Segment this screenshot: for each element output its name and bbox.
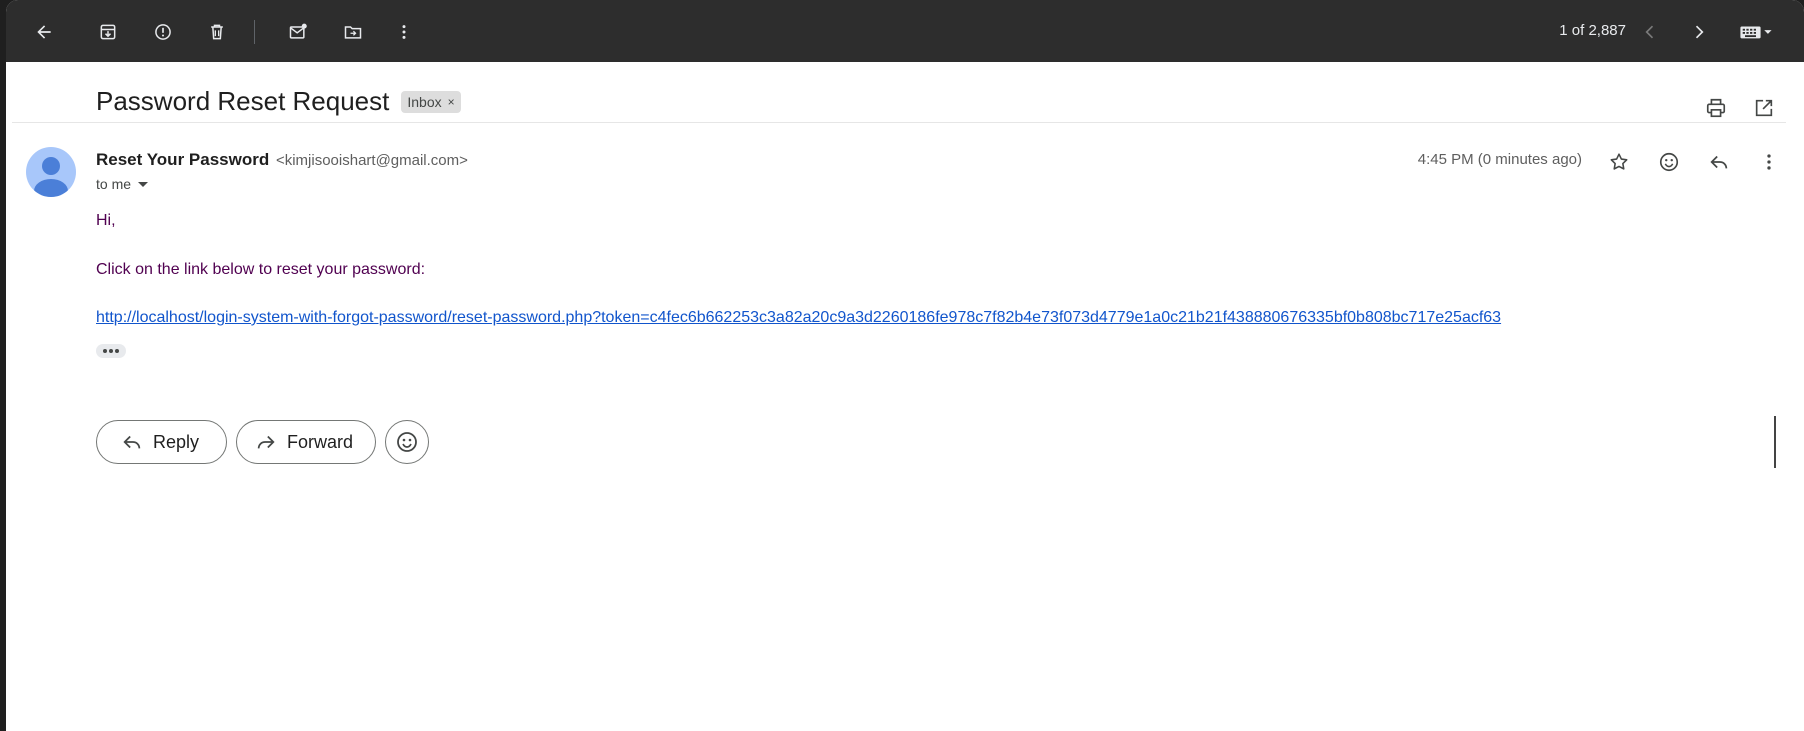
reset-password-link[interactable]: http://localhost/login-system-with-forgo… <box>96 309 1501 327</box>
keyboard-icon <box>1740 26 1772 39</box>
scrollbar-thumb[interactable] <box>1774 416 1776 468</box>
dot-icon <box>115 349 119 353</box>
star-button[interactable] <box>1599 142 1639 182</box>
star-icon <box>1610 153 1628 170</box>
pager-count: 1 of 2,887 <box>1559 22 1626 39</box>
trash-icon <box>211 24 223 40</box>
move-to-button[interactable] <box>333 12 373 52</box>
report-spam-icon <box>155 24 171 40</box>
mark-unread-icon <box>289 23 307 39</box>
forward-button-label: Forward <box>287 431 354 452</box>
recipient-details-toggle[interactable]: to me <box>96 176 149 192</box>
add-reaction-button[interactable] <box>1649 142 1689 182</box>
more-vertical-icon <box>1767 154 1771 170</box>
show-trimmed-content-button[interactable] <box>96 344 126 358</box>
label-chip-inbox[interactable]: Inbox × <box>401 90 461 113</box>
more-vertical-icon <box>402 25 406 39</box>
report-spam-button[interactable] <box>143 12 183 52</box>
person-icon <box>34 157 68 197</box>
toolbar-separator <box>254 20 255 44</box>
reply-button[interactable]: Reply <box>96 420 227 464</box>
subject-row: Password Reset Request Inbox × <box>96 86 461 117</box>
chevron-right-icon <box>1695 25 1704 39</box>
label-chip-text: Inbox <box>407 93 442 110</box>
caret-down-icon <box>138 182 149 187</box>
archive-icon <box>100 24 116 40</box>
message-more-button[interactable] <box>1749 142 1789 182</box>
delete-button[interactable] <box>197 12 237 52</box>
more-options-button[interactable] <box>384 12 424 52</box>
back-button[interactable] <box>24 12 64 52</box>
open-new-window-button[interactable] <box>1746 90 1782 126</box>
emoji-icon <box>397 432 417 452</box>
timestamp: 4:45 PM (0 minutes ago) <box>1417 151 1582 168</box>
arrow-left-icon <box>37 25 51 39</box>
print-icon <box>1706 98 1726 118</box>
dot-icon <box>109 349 113 353</box>
body-instruction: Click on the link below to reset your pa… <box>96 261 426 278</box>
sender-name[interactable]: Reset Your Password <box>96 150 269 169</box>
move-to-folder-icon <box>344 26 362 39</box>
forward-button[interactable]: Forward <box>236 420 376 464</box>
avatar[interactable] <box>26 147 76 197</box>
chevron-left-icon <box>1645 25 1654 39</box>
reply-icon <box>123 435 141 449</box>
sender-line: Reset Your Password <kimjisooishart@gmai… <box>96 150 468 170</box>
remove-label-button[interactable]: × <box>448 95 455 109</box>
reply-icon-button[interactable] <box>1699 142 1739 182</box>
reply-icon <box>1710 155 1728 169</box>
message-view: Password Reset Request Inbox × Reset You… <box>6 62 1804 731</box>
emoji-icon <box>1659 152 1679 172</box>
newer-button[interactable] <box>1630 12 1670 52</box>
archive-button[interactable] <box>88 12 128 52</box>
body-greeting: Hi, <box>96 212 116 229</box>
react-emoji-button[interactable] <box>385 420 429 464</box>
input-tools-button[interactable] <box>1726 12 1786 52</box>
gmail-window: 1 of 2,887 Password Reset Request Inbox … <box>6 0 1804 731</box>
mark-unread-button[interactable] <box>278 12 318 52</box>
sender-email: <kimjisooishart@gmail.com> <box>275 152 468 169</box>
message-toolbar: 1 of 2,887 <box>6 0 1804 62</box>
older-button[interactable] <box>1679 12 1719 52</box>
reply-button-label: Reply <box>153 431 200 452</box>
subject-divider <box>12 122 1786 123</box>
email-subject: Password Reset Request <box>96 86 390 116</box>
forward-icon <box>257 435 275 449</box>
dot-icon <box>103 349 107 353</box>
print-button[interactable] <box>1698 90 1734 126</box>
open-in-new-icon <box>1755 99 1773 117</box>
recipient-text: to me <box>96 176 132 192</box>
